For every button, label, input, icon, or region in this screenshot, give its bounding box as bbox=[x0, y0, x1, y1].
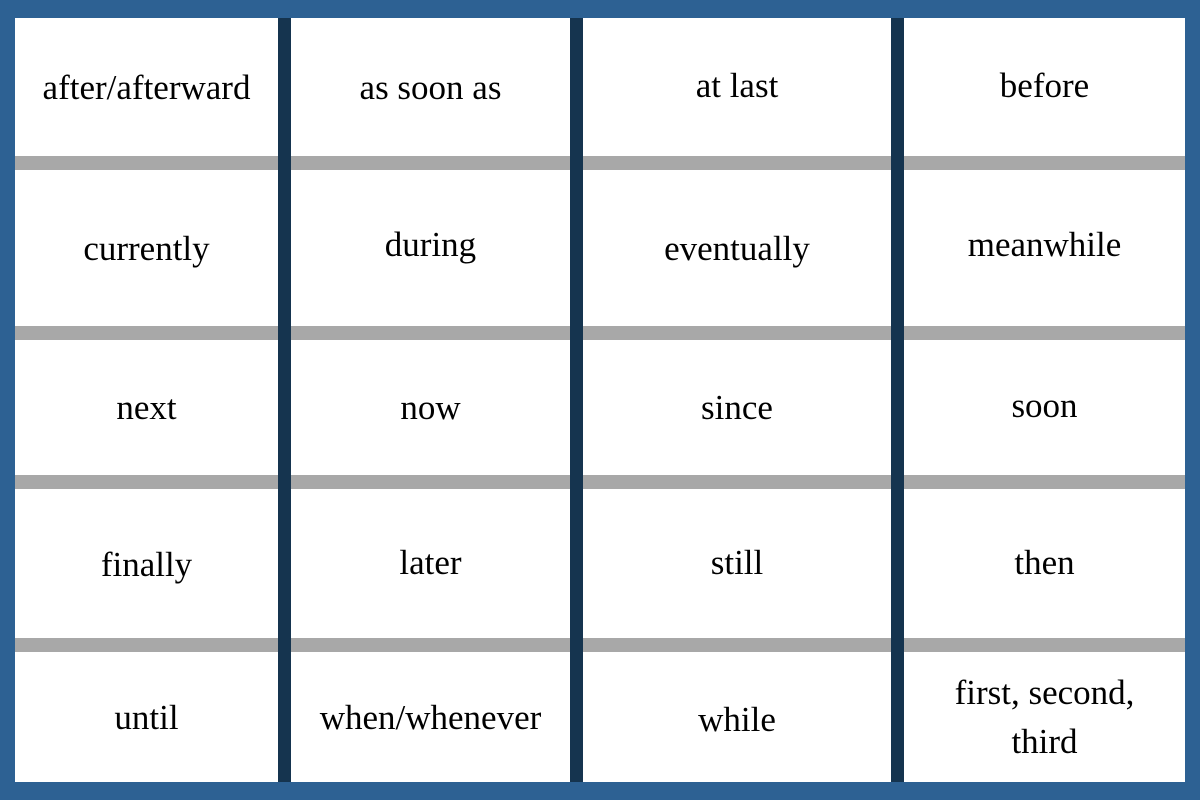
word-card: then bbox=[1014, 543, 1075, 582]
word-card: first, second, third bbox=[954, 673, 1135, 761]
word-card: finally bbox=[100, 545, 193, 584]
column-divider bbox=[570, 18, 583, 782]
word-card: as soon as bbox=[359, 67, 502, 107]
word-card: currently bbox=[83, 228, 210, 268]
word-card: when/whenever bbox=[319, 697, 542, 737]
word-card: meanwhile bbox=[967, 224, 1122, 264]
word-card-grid: after/afterward as soon as at last befor… bbox=[15, 18, 1185, 782]
column-divider bbox=[278, 18, 291, 782]
word-card: eventually bbox=[664, 228, 810, 268]
word-card: before bbox=[999, 65, 1090, 105]
word-card: after/afterward bbox=[42, 67, 251, 107]
row-divider bbox=[15, 475, 1185, 489]
row-divider bbox=[15, 638, 1185, 652]
word-card: while bbox=[698, 699, 776, 739]
word-card: since bbox=[701, 388, 773, 427]
word-card: next bbox=[116, 388, 177, 427]
word-card: until bbox=[114, 697, 179, 737]
word-card: during bbox=[384, 224, 477, 264]
word-card: at last bbox=[695, 65, 779, 105]
word-card: now bbox=[400, 388, 461, 427]
word-card: later bbox=[399, 543, 462, 582]
word-card: still bbox=[710, 543, 764, 582]
word-card: soon bbox=[1011, 386, 1078, 425]
column-divider bbox=[891, 18, 904, 782]
